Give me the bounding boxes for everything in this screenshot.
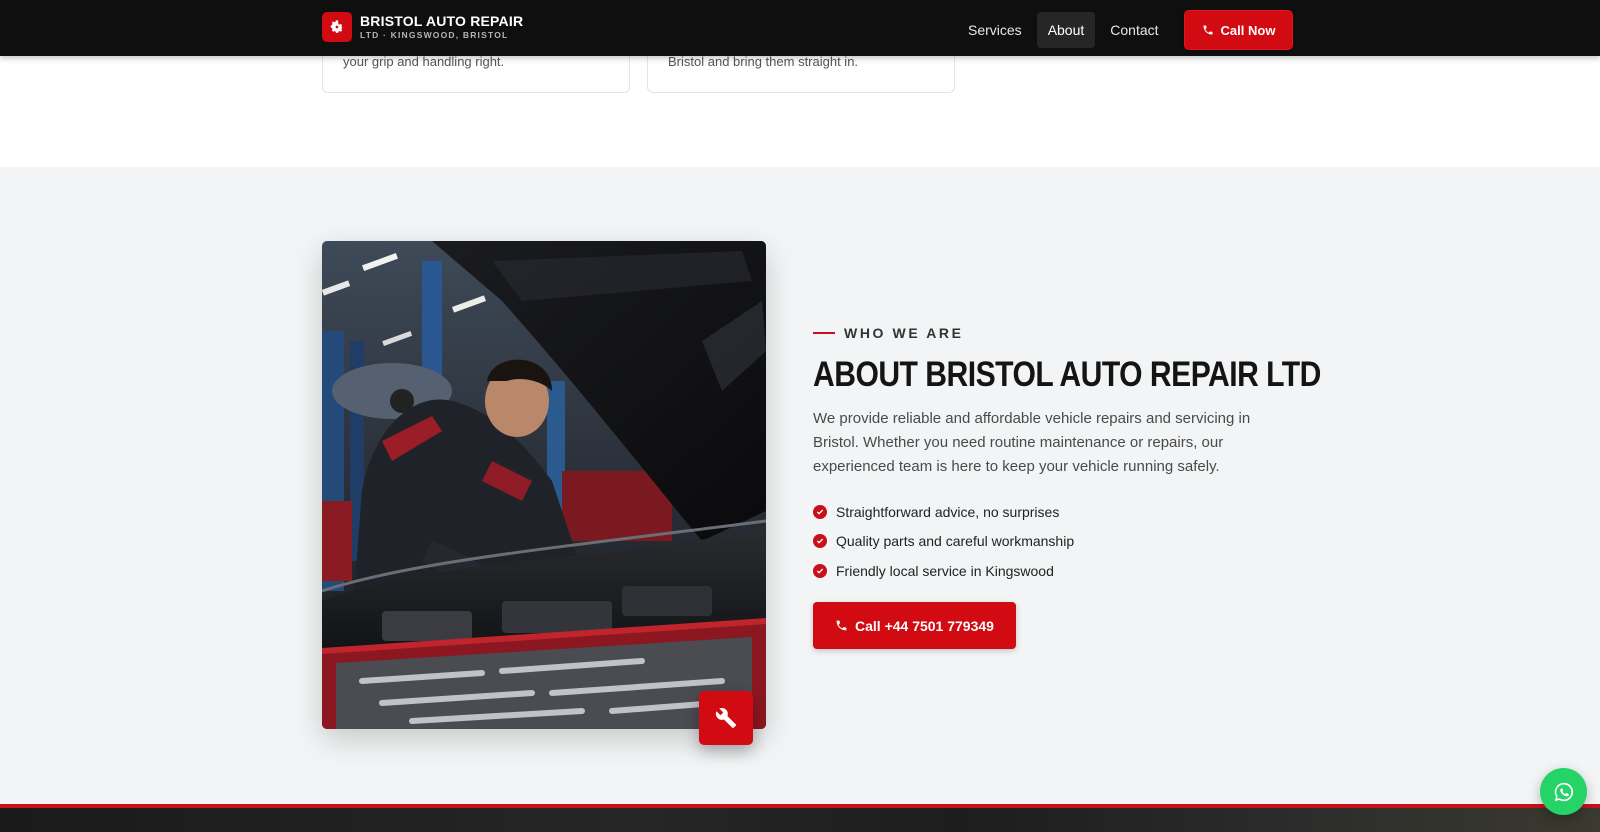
nav-link-about[interactable]: About xyxy=(1036,12,1096,48)
feature-item: Straightforward advice, no surprises xyxy=(813,497,1074,527)
check-icon xyxy=(813,504,827,519)
brand-name: BRISTOL AUTO REPAIR xyxy=(360,13,524,30)
about-section: WHO WE ARE ABOUT BRISTOL AUTO REPAIR LTD… xyxy=(0,167,1600,804)
site-header: BRISTOL AUTO REPAIR LTD · KINGSWOOD, BRI… xyxy=(0,0,1600,56)
mechanic-photo xyxy=(322,241,766,729)
wrench-icon xyxy=(699,691,753,745)
feature-item: Friendly local service in Kingswood xyxy=(813,556,1074,586)
feature-text: Friendly local service in Kingswood xyxy=(836,562,1054,579)
feature-item: Quality parts and careful workmanship xyxy=(813,527,1074,557)
gear-icon xyxy=(322,12,352,42)
main-nav: Services About Contact Call Now xyxy=(957,10,1294,50)
nav-link-contact[interactable]: Contact xyxy=(1099,12,1169,48)
call-now-label: Call Now xyxy=(1220,22,1276,38)
whatsapp-icon xyxy=(1554,782,1573,801)
service-card-text: your grip and handling right. xyxy=(343,54,505,69)
feature-text: Straightforward advice, no surprises xyxy=(836,503,1060,520)
section-eyebrow: WHO WE ARE xyxy=(813,325,964,341)
check-icon xyxy=(813,534,827,549)
eyebrow-line xyxy=(813,332,835,334)
brand-tagline: LTD · KINGSWOOD, BRISTOL xyxy=(360,30,509,41)
feature-list: Straightforward advice, no surprises Qua… xyxy=(813,497,1074,586)
call-now-button[interactable]: Call Now xyxy=(1183,10,1294,50)
brand-logo[interactable]: BRISTOL AUTO REPAIR LTD · KINGSWOOD, BRI… xyxy=(322,12,523,42)
eyebrow-text: WHO WE ARE xyxy=(844,325,964,341)
service-card-text: Bristol and bring them straight in. xyxy=(668,54,859,69)
feature-text: Quality parts and careful workmanship xyxy=(836,533,1075,550)
check-icon xyxy=(813,563,827,578)
phone-icon xyxy=(836,620,847,631)
about-description: We provide reliable and affordable vehic… xyxy=(813,410,1251,475)
whatsapp-button[interactable] xyxy=(1540,768,1587,815)
nav-link-services[interactable]: Services xyxy=(957,12,1033,48)
call-phone-label: Call +44 7501 779349 xyxy=(855,617,994,634)
about-heading: ABOUT BRISTOL AUTO REPAIR LTD xyxy=(813,355,1321,394)
phone-icon xyxy=(1203,25,1213,35)
footer-strip xyxy=(0,804,1600,832)
call-phone-button[interactable]: Call +44 7501 779349 xyxy=(813,602,1016,649)
